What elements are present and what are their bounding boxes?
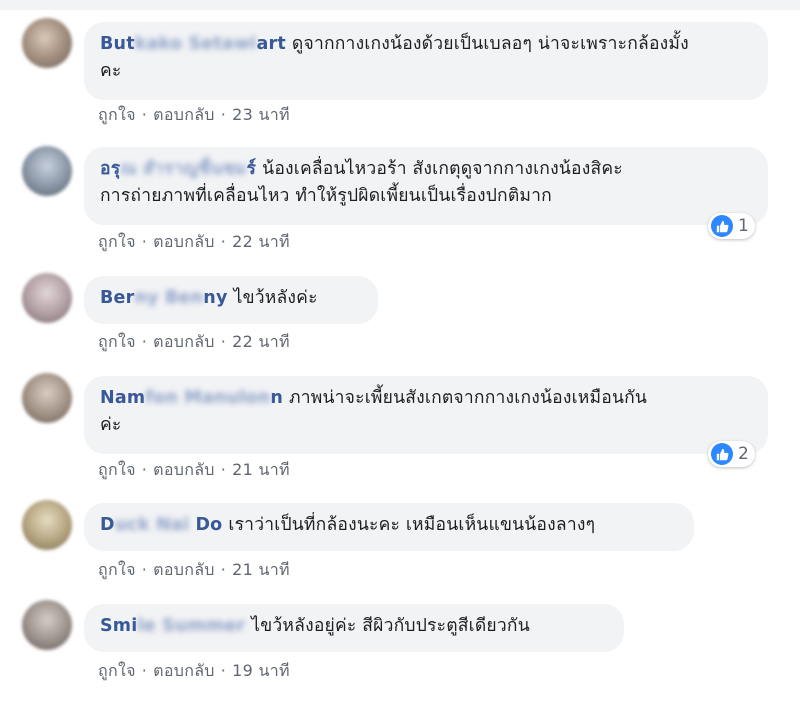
like-link[interactable]: ถูกใจ [98, 460, 136, 479]
like-link[interactable]: ถูกใจ [98, 105, 136, 124]
comment-bubble: Namfon Manulonn ภาพน่าจะเพี้ยนสังเกตจากกา… [84, 376, 768, 454]
comment-meta: ถูกใจ · ตอบกลับ · 21 นาที [98, 560, 290, 579]
reply-link[interactable]: ตอบกลับ [153, 460, 215, 479]
comment-bubble: Smile Summer ไขว้หลังอยู่ค่ะ สีผิวกับประต… [84, 604, 624, 652]
comment-bubble: อรุณ สำราญชื่นชมร์ น้องเคลื่อนไหวอร้า สัง… [84, 147, 768, 225]
comment-meta: ถูกใจ · ตอบกลับ · 23 นาที [98, 105, 290, 124]
timestamp[interactable]: 22 นาที [232, 232, 290, 251]
author-name[interactable]: Namfon Manulonn [100, 388, 283, 408]
author-name[interactable]: Butkako Setawiart [100, 34, 286, 54]
comment-meta: ถูกใจ · ตอบกลับ · 21 นาที [98, 460, 290, 479]
timestamp[interactable]: 22 นาที [232, 332, 290, 351]
avatar[interactable] [22, 600, 72, 650]
reaction-number: 2 [738, 444, 749, 464]
timestamp[interactable]: 19 นาที [232, 661, 290, 680]
author-name[interactable]: Smile Summer [100, 616, 245, 636]
comment-meta: ถูกใจ · ตอบกลับ · 19 นาที [98, 661, 290, 680]
like-link[interactable]: ถูกใจ [98, 560, 136, 579]
top-edge [0, 0, 800, 10]
reaction-number: 1 [738, 216, 749, 236]
reply-link[interactable]: ตอบกลับ [153, 661, 215, 680]
comment-text: ดูจากกางเกงน้องด้วยเป็นเบลอๆ น่าจะเพราะก… [291, 34, 689, 54]
comment-text-line2: ค่ะ [100, 415, 122, 435]
timestamp[interactable]: 23 นาที [232, 105, 290, 124]
author-name[interactable]: อรุณ สำราญชื่นชมร์ [100, 159, 256, 179]
avatar[interactable] [22, 273, 72, 323]
avatar[interactable] [22, 18, 72, 68]
like-link[interactable]: ถูกใจ [98, 661, 136, 680]
comment-text-line2: การถ่ายภาพที่เคลื่อนไหว ทำให้รูปผิดเพี้ย… [100, 186, 552, 206]
comment-meta: ถูกใจ · ตอบกลับ · 22 นาที [98, 332, 290, 351]
avatar[interactable] [22, 500, 72, 550]
comment-bubble: Berny Benny ไขว้หลังค่ะ [84, 276, 378, 324]
comment-text-line2: คะ [100, 61, 122, 81]
author-name[interactable]: Duck Nai Do [100, 515, 222, 535]
comment-bubble: Duck Nai Do เราว่าเป็นที่กล้องนะคะ เหมือน… [84, 503, 694, 551]
reaction-count[interactable]: 2 [708, 441, 755, 467]
timestamp[interactable]: 21 นาที [232, 560, 290, 579]
avatar[interactable] [22, 373, 72, 423]
timestamp[interactable]: 21 นาที [232, 460, 290, 479]
comment-meta: ถูกใจ · ตอบกลับ · 22 นาที [98, 232, 290, 251]
comment-text: น้องเคลื่อนไหวอร้า สังเกตุดูจากกางเกงน้อ… [262, 159, 623, 179]
reply-link[interactable]: ตอบกลับ [153, 332, 215, 351]
comment-text: ไขว้หลังอยู่ค่ะ สีผิวกับประตูสีเดียวกัน [251, 616, 530, 636]
comment-text: ไขว้หลังค่ะ [233, 288, 318, 308]
thumbs-up-icon [711, 443, 733, 465]
avatar[interactable] [22, 146, 72, 196]
comment-text: เราว่าเป็นที่กล้องนะคะ เหมือนเห็นแขนน้อง… [228, 515, 596, 535]
thumbs-up-icon [711, 215, 733, 237]
like-link[interactable]: ถูกใจ [98, 232, 136, 251]
reply-link[interactable]: ตอบกลับ [153, 560, 215, 579]
author-name[interactable]: Berny Benny [100, 288, 228, 308]
comment-bubble: Butkako Setawiart ดูจากกางเกงน้องด้วยเป็น… [84, 22, 768, 100]
reply-link[interactable]: ตอบกลับ [153, 232, 215, 251]
comment-text: ภาพน่าจะเพี้ยนสังเกตจากกางเกงน้องเหมือนก… [288, 388, 648, 408]
like-link[interactable]: ถูกใจ [98, 332, 136, 351]
reply-link[interactable]: ตอบกลับ [153, 105, 215, 124]
reaction-count[interactable]: 1 [708, 213, 755, 239]
